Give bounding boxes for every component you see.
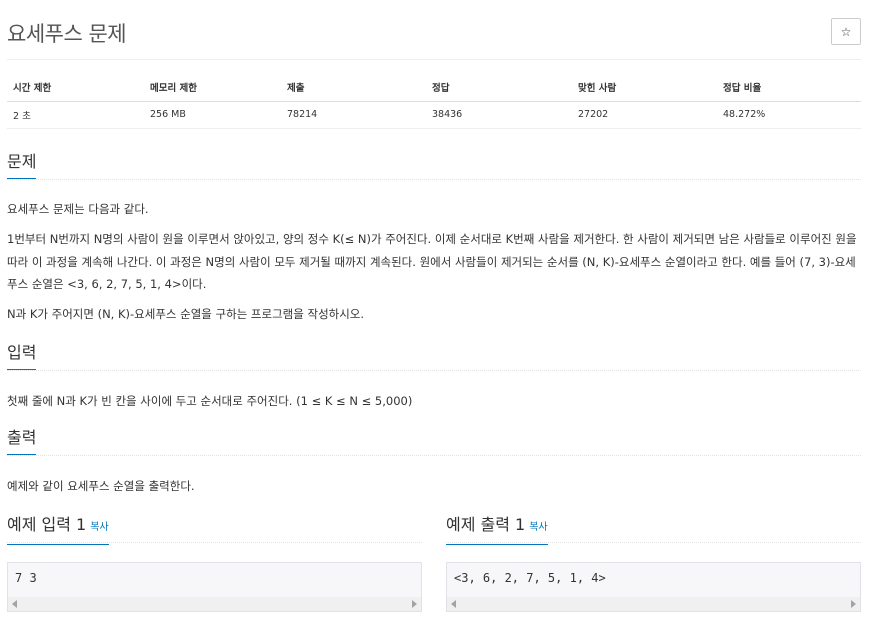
description-paragraph-1: 요세푸스 문제는 다음과 같다. [7,202,149,216]
scroll-right-icon[interactable] [412,600,417,608]
sample-output-title: 예제 출력 1 [446,515,526,534]
input-heading: 입력 [7,343,37,370]
output-section-header: 출력 [7,426,861,456]
value-submissions: 78214 [281,101,426,129]
header-memory-limit: 메모리 제한 [144,74,281,102]
header-accepted: 정답 [426,74,572,102]
title-divider [7,59,861,60]
input-description: 첫째 줄에 N과 K가 빈 칸을 사이에 두고 순서대로 주어진다. (1 ≤ … [7,394,413,408]
description-paragraph-2: 1번부터 N번까지 N명의 사람이 원을 이루면서 앉아있고, 양의 정수 K(… [7,232,857,291]
header-time-limit: 시간 제한 [7,74,144,102]
sample-output-scrollbar[interactable] [447,597,860,611]
value-accepted: 38436 [426,101,572,129]
page-title: 요세푸스 문제 [7,22,127,46]
value-time-limit: 2 초 [7,101,144,129]
value-solved-users: 27202 [572,101,717,129]
star-icon: ☆ [840,24,852,39]
sample-input-header: 예제 입력 1 복사 [7,513,422,545]
info-value-row: 2 초 256 MB 78214 38436 27202 48.272% [7,101,861,129]
scroll-right-icon[interactable] [851,600,856,608]
value-memory-limit: 256 MB [144,101,281,129]
description-section-header: 문제 [7,150,861,180]
output-description: 예제와 같이 요세푸스 순열을 출력한다. [7,479,195,493]
sample-input-content: 7 3 [15,571,37,585]
header-submissions: 제출 [281,74,426,102]
sample-input-title-wrap: 예제 입력 1 복사 [7,515,109,545]
info-header-row: 시간 제한 메모리 제한 제출 정답 맞힌 사람 정답 비율 [7,74,861,102]
scroll-left-icon[interactable] [12,600,17,608]
sample-input-scrollbar[interactable] [8,597,421,611]
header-solved-users: 맞힌 사람 [572,74,717,102]
sample-output-header: 예제 출력 1 복사 [446,513,861,545]
sample-input-box: 7 3 [7,562,422,612]
description-paragraph-3: N과 K가 주어지면 (N, K)-요세푸스 순열을 구하는 프로그램을 작성하… [7,307,365,321]
problem-info-table: 시간 제한 메모리 제한 제출 정답 맞힌 사람 정답 비율 2 초 256 M… [7,74,861,129]
value-accept-ratio: 48.272% [717,101,861,129]
output-heading: 출력 [7,428,37,455]
sample-output-title-wrap: 예제 출력 1 복사 [446,515,548,545]
description-heading: 문제 [7,152,37,179]
sample-output-content: <3, 6, 2, 7, 5, 1, 4> [454,571,606,585]
header-accept-ratio: 정답 비율 [717,74,861,102]
sample-output-box: <3, 6, 2, 7, 5, 1, 4> [446,562,861,612]
sample-input-title: 예제 입력 1 [7,515,87,534]
sample-output-copy-link[interactable]: 복사 [529,522,547,533]
sample-input-copy-link[interactable]: 복사 [90,522,108,533]
input-section-header: 입력 [7,341,861,371]
scroll-left-icon[interactable] [451,600,456,608]
star-button[interactable]: ☆ [831,18,861,45]
